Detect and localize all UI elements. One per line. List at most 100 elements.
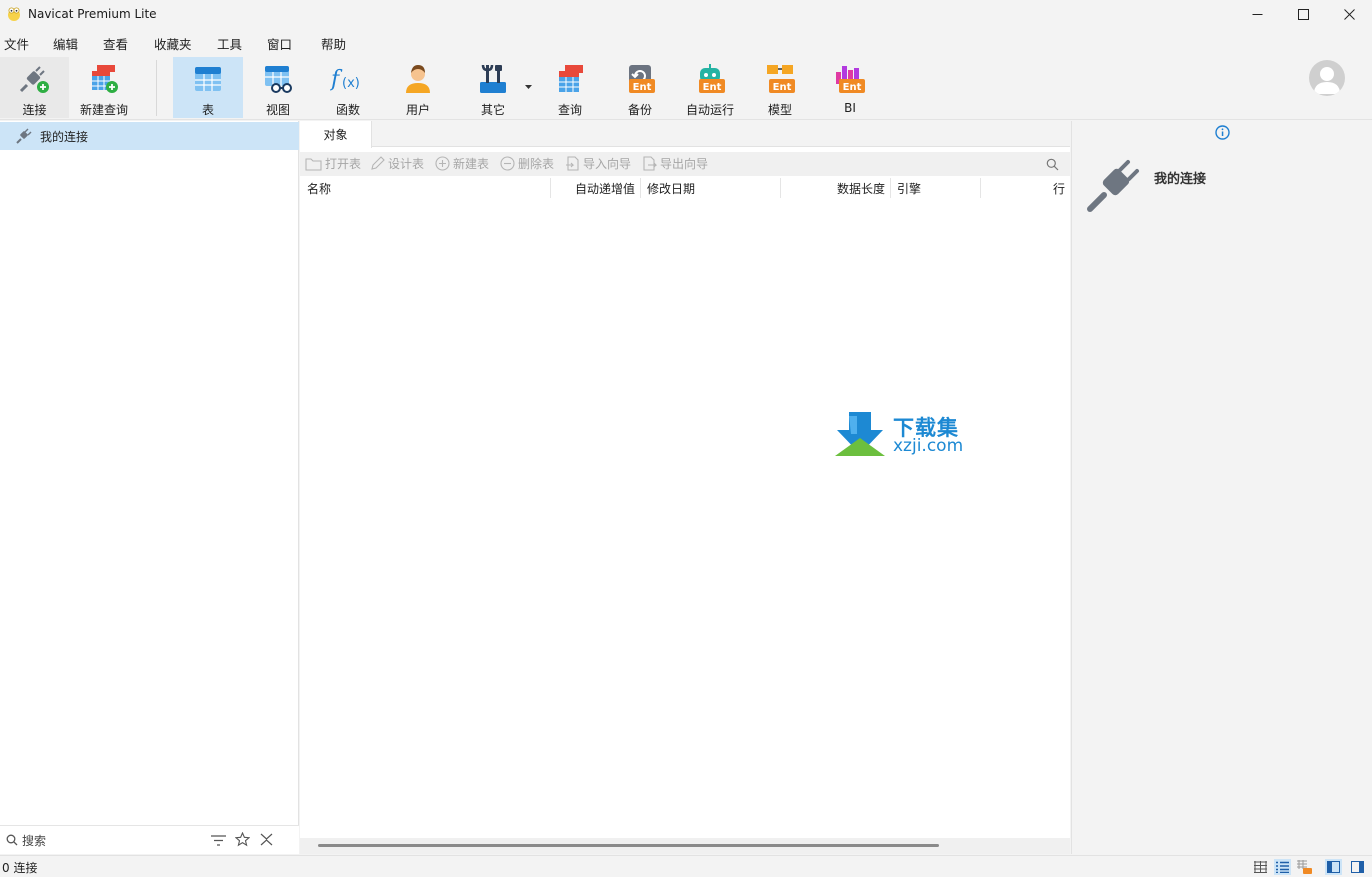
watermark-url: xzji.com bbox=[893, 436, 964, 456]
column-divider[interactable] bbox=[640, 178, 641, 198]
other-button[interactable]: 其它 bbox=[456, 57, 530, 118]
function-icon: f (x) bbox=[330, 67, 360, 92]
backup-label: 备份 bbox=[627, 103, 652, 117]
open-table-button[interactable]: 打开表 bbox=[305, 155, 361, 172]
open-folder-icon bbox=[305, 158, 322, 171]
design-table-button[interactable]: 设计表 bbox=[370, 155, 424, 172]
er-diagram-view-button[interactable] bbox=[1296, 859, 1313, 875]
filter-icon[interactable] bbox=[211, 835, 226, 846]
automation-button[interactable]: Ent 自动运行 bbox=[676, 57, 744, 118]
ent-badge: Ent bbox=[773, 82, 792, 93]
object-toolbar: 打开表 设计表 新建表 删除表 导入向导 导出向导 bbox=[300, 152, 1070, 176]
function-button[interactable]: f (x) 函数 bbox=[314, 57, 382, 118]
tab-objects[interactable]: 对象 bbox=[300, 121, 372, 148]
maximize-icon bbox=[1297, 8, 1309, 20]
tab-strip: 对象 bbox=[300, 121, 1070, 148]
new-query-button[interactable]: 新建查询 bbox=[70, 57, 138, 118]
avatar-icon bbox=[1314, 67, 1340, 94]
query-label: 查询 bbox=[557, 103, 582, 117]
other-dropdown-arrow-icon[interactable] bbox=[525, 85, 532, 90]
title-bar: Navicat Premium Lite bbox=[0, 0, 1372, 28]
search-icon bbox=[6, 834, 18, 846]
column-divider[interactable] bbox=[780, 178, 781, 198]
column-divider[interactable] bbox=[890, 178, 891, 198]
list-view-button[interactable] bbox=[1274, 859, 1291, 875]
menu-tools[interactable]: 工具 bbox=[217, 34, 242, 53]
view-button[interactable]: 视图 bbox=[244, 57, 312, 118]
backup-button[interactable]: Ent 备份 bbox=[606, 57, 674, 118]
er-diagram-icon bbox=[1297, 860, 1312, 874]
bi-button[interactable]: Ent BI bbox=[816, 57, 884, 118]
model-label: 模型 bbox=[767, 103, 792, 117]
menu-file[interactable]: 文件 bbox=[4, 34, 29, 53]
import-wizard-label: 导入向导 bbox=[583, 157, 632, 171]
bi-label: BI bbox=[844, 101, 856, 115]
query-icon bbox=[559, 65, 583, 92]
toolbar-separator bbox=[156, 60, 157, 116]
robot-icon: Ent bbox=[699, 64, 725, 93]
view-label: 视图 bbox=[265, 103, 290, 117]
model-button[interactable]: Ent 模型 bbox=[746, 57, 814, 118]
export-wizard-label: 导出向导 bbox=[660, 157, 709, 171]
col-rows[interactable]: 行 bbox=[1053, 180, 1065, 197]
export-icon bbox=[643, 156, 657, 171]
window-title: Navicat Premium Lite bbox=[28, 7, 157, 21]
connection-name: 我的连接 bbox=[40, 129, 89, 144]
col-engine[interactable]: 引擎 bbox=[897, 180, 921, 197]
menu-window[interactable]: 窗口 bbox=[267, 34, 292, 53]
new-table-button[interactable]: 新建表 bbox=[435, 155, 489, 172]
plug-add-icon bbox=[19, 66, 49, 93]
other-label: 其它 bbox=[480, 103, 505, 117]
user-button[interactable]: 用户 bbox=[384, 57, 452, 118]
column-divider[interactable] bbox=[550, 178, 551, 198]
delete-table-button[interactable]: 删除表 bbox=[500, 155, 554, 172]
automation-label: 自动运行 bbox=[685, 103, 734, 117]
info-icon[interactable] bbox=[1215, 125, 1230, 140]
tools-icon bbox=[480, 64, 506, 93]
col-data-length[interactable]: 数据长度 bbox=[837, 180, 885, 197]
main-toolbar: 连接 新建查询 表 视图 f (x) 函数 用户 其它 查询 Ent 备份 En… bbox=[0, 56, 1372, 120]
bi-chart-icon: Ent bbox=[836, 66, 865, 93]
new-table-label: 新建表 bbox=[453, 157, 490, 171]
navigator-search-bar: 搜索 bbox=[0, 825, 299, 854]
export-wizard-button[interactable]: 导出向导 bbox=[642, 155, 708, 172]
menu-favorites[interactable]: 收藏夹 bbox=[154, 34, 192, 53]
user-icon bbox=[406, 65, 430, 93]
grid-view-icon bbox=[1254, 861, 1267, 873]
ent-badge: Ent bbox=[633, 82, 652, 93]
download-arrow-logo-icon bbox=[835, 412, 885, 456]
toggle-navigator-button[interactable] bbox=[1325, 859, 1342, 875]
col-name[interactable]: 名称 bbox=[307, 180, 331, 197]
menu-help[interactable]: 帮助 bbox=[321, 34, 346, 53]
backup-icon: Ent bbox=[629, 65, 655, 93]
toggle-info-panel-button[interactable] bbox=[1349, 859, 1366, 875]
minimize-button[interactable] bbox=[1234, 0, 1280, 28]
table-button[interactable]: 表 bbox=[173, 57, 243, 118]
maximize-button[interactable] bbox=[1280, 0, 1326, 28]
search-input[interactable]: 搜索 bbox=[22, 832, 46, 849]
star-icon[interactable] bbox=[235, 832, 250, 847]
query-button[interactable]: 查询 bbox=[536, 57, 604, 118]
objects-pane: 对象 打开表 设计表 新建表 删除表 导入向导 导出向导 名称 自动递增值 修改… bbox=[300, 121, 1070, 854]
close-icon bbox=[1343, 8, 1355, 20]
svg-text:(x): (x) bbox=[342, 76, 360, 91]
horizontal-scrollbar[interactable] bbox=[300, 838, 1070, 854]
account-avatar[interactable] bbox=[1309, 60, 1345, 96]
connection-tree-item[interactable]: 我的连接 bbox=[0, 122, 299, 150]
connect-button[interactable]: 连接 bbox=[0, 57, 69, 118]
navicat-logo-icon bbox=[8, 7, 20, 21]
large-plug-icon bbox=[1087, 160, 1139, 212]
menu-edit[interactable]: 编辑 bbox=[53, 34, 78, 53]
col-modified-date[interactable]: 修改日期 bbox=[647, 180, 695, 197]
col-auto-increment[interactable]: 自动递增值 bbox=[575, 180, 635, 197]
object-search-icon[interactable] bbox=[1046, 158, 1059, 171]
close-button[interactable] bbox=[1326, 0, 1372, 28]
column-divider[interactable] bbox=[980, 178, 981, 198]
ent-badge: Ent bbox=[843, 82, 862, 93]
collapse-all-icon[interactable] bbox=[260, 833, 273, 846]
import-wizard-button[interactable]: 导入向导 bbox=[565, 155, 631, 172]
scrollbar-thumb[interactable] bbox=[318, 844, 939, 847]
grid-view-button[interactable] bbox=[1252, 859, 1269, 875]
left-panel-icon bbox=[1327, 861, 1340, 873]
menu-view[interactable]: 查看 bbox=[103, 34, 128, 53]
